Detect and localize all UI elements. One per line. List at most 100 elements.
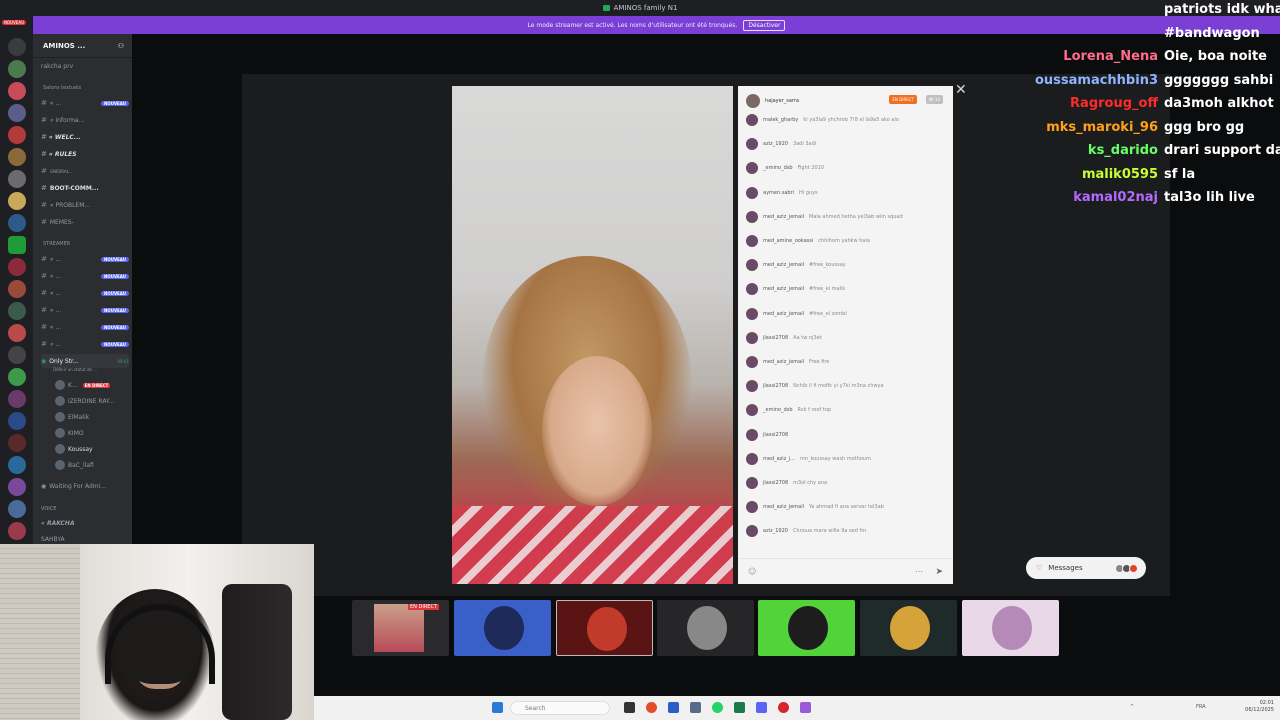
chat-username[interactable]: jlassi2708	[763, 383, 788, 389]
avatar	[746, 94, 760, 108]
server-icon[interactable]	[8, 434, 26, 452]
chat-username[interactable]: aymen.sabri	[763, 190, 794, 196]
messages-button[interactable]: ♡ Messages	[1026, 557, 1146, 579]
server-icon[interactable]	[8, 456, 26, 474]
server-icon[interactable]	[8, 214, 26, 232]
sidebar-item[interactable]: # « ... NOUVEAU	[41, 286, 129, 300]
server-icon[interactable]	[8, 368, 26, 386]
stream-thumbnail[interactable]: EN DIRECT	[352, 600, 449, 656]
voice-user[interactable]: K... EN DIRECT	[55, 378, 143, 392]
server-icon[interactable]	[8, 192, 26, 210]
server-icon[interactable]	[8, 412, 26, 430]
chat-username[interactable]: med_aziz_jemail	[763, 311, 804, 317]
voice-user[interactable]: Koussay	[55, 442, 143, 456]
server-icon[interactable]	[8, 170, 26, 188]
voice-channel-waiting[interactable]: ◉ Waiting For Admi...	[41, 479, 129, 493]
server-icon[interactable]	[8, 500, 26, 518]
sidebar-item[interactable]: # « ... NOUVEAU	[41, 337, 129, 351]
voice-user[interactable]: IZERDINE RAY...	[55, 394, 143, 408]
stream-thumbnail[interactable]	[556, 600, 653, 656]
sidebar-item[interactable]: # « ... NOUVEAU	[41, 96, 129, 110]
voice-channel-rakcha[interactable]: « RAKCHA	[41, 516, 129, 530]
app-icon[interactable]	[734, 702, 745, 713]
stream-thumbnail[interactable]	[962, 600, 1059, 656]
server-icon[interactable]	[8, 258, 26, 276]
discord-icon[interactable]	[756, 702, 767, 713]
twitch-message: patriots idk what i	[1164, 2, 1280, 17]
chat-username[interactable]: med_aziz_jemail	[763, 214, 804, 220]
emoji-icon[interactable]: ☺	[748, 567, 756, 576]
opera-icon[interactable]	[778, 702, 789, 713]
stream-thumbnail[interactable]	[657, 600, 754, 656]
sidebar-item[interactable]: # « ... NOUVEAU	[41, 269, 129, 283]
sidebar-item[interactable]: # « WELC...	[41, 130, 129, 144]
chat-username[interactable]: med_aziz_jemail	[763, 504, 804, 510]
channel-rakcha-prv[interactable]: rakcha prv	[41, 59, 129, 73]
server-icon[interactable]	[8, 478, 26, 496]
language-indicator[interactable]: FRA	[1196, 704, 1206, 710]
stream-thumbnail[interactable]	[758, 600, 855, 656]
voice-user[interactable]: BaC_llafl	[55, 458, 143, 472]
server-icon[interactable]	[8, 126, 26, 144]
server-icon[interactable]	[8, 390, 26, 408]
start-icon[interactable]	[492, 702, 503, 713]
sidebar-item[interactable]: # GNERRAL...	[41, 164, 129, 178]
chat-username[interactable]: jlassi2708	[763, 432, 788, 438]
sidebar-item[interactable]: # « PROBLEM...	[41, 198, 129, 212]
whatsapp-icon[interactable]	[712, 702, 723, 713]
close-icon[interactable]: ✕	[955, 82, 969, 98]
server-icon[interactable]	[8, 302, 26, 320]
server-icon[interactable]	[8, 280, 26, 298]
disable-streamer-mode-button[interactable]: Désactiver	[743, 19, 786, 31]
taskbar-search[interactable]: Search	[510, 701, 610, 715]
app-icon[interactable]	[800, 702, 811, 713]
live-video[interactable]	[452, 86, 733, 584]
server-icon[interactable]	[8, 104, 26, 122]
chat-username[interactable]: med_aziz_jemail	[763, 286, 804, 292]
chat-username[interactable]: med_aziz_j...	[763, 456, 795, 462]
more-icon[interactable]: ⋯	[915, 567, 923, 576]
sidebar-item[interactable]: # « informa...	[41, 113, 129, 127]
chrome-icon[interactable]	[646, 702, 657, 713]
server-icon[interactable]	[8, 38, 26, 56]
chat-username[interactable]: malek_gharby	[763, 117, 798, 123]
category-text-channels[interactable]: Salons textuels	[43, 85, 81, 91]
chat-username[interactable]: med_aziz_jemail	[763, 359, 804, 365]
category-voice[interactable]: VOICE	[41, 502, 129, 516]
add-member-icon[interactable]: ⚇	[118, 42, 124, 50]
sidebar-item[interactable]: # « ... NOUVEAU	[41, 320, 129, 334]
sidebar-item[interactable]: # « ... NOUVEAU	[41, 303, 129, 317]
sidebar-item[interactable]: # MEMES-	[41, 215, 129, 229]
sidebar-item[interactable]: # « RULES	[41, 147, 129, 161]
chat-username[interactable]: _emino_dsb	[763, 165, 793, 171]
voice-user[interactable]: KIMO	[55, 426, 143, 440]
server-icon[interactable]	[8, 346, 26, 364]
sidebar-item[interactable]: # « ... NOUVEAU	[41, 252, 129, 266]
server-icon[interactable]	[8, 522, 26, 540]
voice-user[interactable]: ElMalik	[55, 410, 143, 424]
server-icon[interactable]	[8, 148, 26, 166]
send-icon[interactable]: ➤	[935, 567, 943, 577]
chat-username[interactable]: aziz_1920	[763, 141, 788, 147]
server-icon[interactable]	[8, 324, 26, 342]
chat-username[interactable]: _emino_dsb	[763, 407, 793, 413]
app-icon[interactable]	[690, 702, 701, 713]
chat-username[interactable]: jlassi2708	[763, 480, 788, 486]
tray-chevron-icon[interactable]: ^	[1130, 704, 1134, 710]
edge-icon[interactable]	[668, 702, 679, 713]
chat-username[interactable]: med_amine_ookassi	[763, 238, 813, 244]
kick-server-icon[interactable]	[8, 236, 26, 254]
server-header[interactable]: AMINOS ... ⚇	[33, 34, 132, 58]
chat-username[interactable]: aziz_1920	[763, 528, 788, 534]
chat-username[interactable]: med_aziz_jemail	[763, 262, 804, 268]
chat-username[interactable]: jlassi2708	[763, 335, 788, 341]
category-streamer[interactable]: STREAMER	[43, 241, 70, 247]
task-view-icon[interactable]	[624, 702, 635, 713]
stream-thumbnail[interactable]	[454, 600, 551, 656]
stream-thumbnail[interactable]	[860, 600, 957, 656]
chat-input[interactable]: ☺ ⋯ ➤	[738, 558, 953, 584]
taskbar-clock[interactable]: 02:01 06/12/2025	[1245, 700, 1274, 714]
server-icon[interactable]	[8, 82, 26, 100]
server-icon[interactable]	[8, 60, 26, 78]
sidebar-item[interactable]: # BOOT-COMM...	[41, 181, 129, 195]
